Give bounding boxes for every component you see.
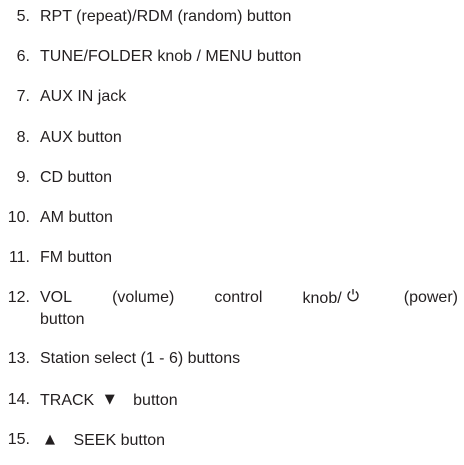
item-number: 5.	[16, 8, 30, 25]
item-number: 15.	[7, 431, 30, 448]
item-word: control	[214, 289, 263, 306]
item-text: TUNE/FOLDER knob / MENU button	[40, 48, 302, 65]
item-word: TRACK	[40, 392, 95, 409]
item-number: 9.	[16, 169, 30, 186]
item-text: TRACK ▼ button	[40, 389, 458, 411]
item-text-line: button	[40, 311, 85, 328]
item-text: CD button	[40, 169, 113, 186]
item-number: 10.	[7, 209, 30, 226]
item-number: 14.	[7, 391, 30, 408]
item-text: FM button	[40, 249, 113, 266]
item-number: 7.	[16, 88, 30, 105]
power-icon	[346, 287, 360, 308]
item-word: knob/	[303, 287, 364, 309]
item-text: RPT (repeat)/RDM (random) button	[40, 8, 292, 25]
item-word: VOL	[40, 289, 73, 306]
button-legend-list: 5. RPT (repeat)/RDM (random) button 6. T…	[0, 0, 464, 465]
item-text: AM button	[40, 209, 113, 226]
triangle-up-icon: ▲	[45, 432, 55, 447]
item-text: Station select (1 - 6) buttons	[40, 350, 241, 367]
item-number: 6.	[16, 48, 30, 65]
item-number: 8.	[16, 129, 30, 146]
triangle-down-icon: ▼	[104, 392, 115, 407]
item-text: AUX IN jack	[40, 88, 127, 105]
item-word: (volume)	[112, 289, 175, 306]
item-number: 11.	[8, 249, 30, 266]
item-word: button	[133, 392, 178, 409]
item-word-text: knob/	[302, 290, 342, 307]
item-text: VOL (volume) control knob/ (power) butto…	[40, 287, 458, 330]
item-number: 12.	[7, 289, 30, 306]
item-word: (power)	[403, 289, 458, 306]
item-text: ▲ SEEK button	[40, 429, 458, 451]
item-word: SEEK button	[73, 432, 166, 449]
list-item: 12. VOL (volume) control knob/ (power) b…	[0, 287, 458, 329]
item-text-line: VOL (volume) control knob/ (power)	[40, 287, 458, 309]
item-number: 13.	[7, 350, 30, 367]
item-text: AUX button	[40, 129, 122, 146]
